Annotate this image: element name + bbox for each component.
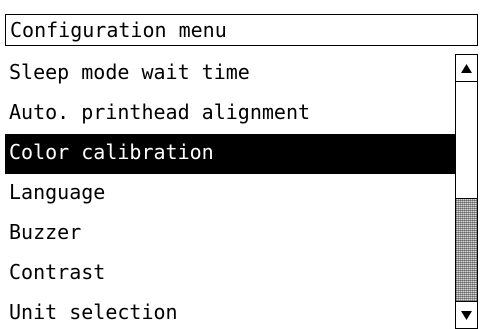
menu-item-unit-selection[interactable]: Unit selection (5, 294, 455, 329)
up-arrow-icon (461, 64, 472, 73)
menu-item-label: Contrast (9, 260, 106, 284)
menu-item-label: Color calibration (9, 140, 214, 164)
menu-item-language[interactable]: Language (5, 174, 455, 214)
menu-item-label: Auto. printhead alignment (9, 100, 311, 124)
menu-item-label: Unit selection (9, 300, 178, 324)
scrollbar[interactable] (455, 54, 478, 329)
menu-item-label: Buzzer (9, 220, 82, 244)
configuration-menu-list: Sleep mode wait time Auto. printhead ali… (5, 54, 455, 329)
scroll-track[interactable] (456, 82, 477, 301)
page-title: Configuration menu (10, 18, 227, 42)
menu-item-color-calibration[interactable]: Color calibration (5, 134, 455, 174)
menu-item-label: Sleep mode wait time (9, 60, 250, 84)
menu-item-buzzer[interactable]: Buzzer (5, 214, 455, 254)
title-bar: Configuration menu (5, 14, 478, 46)
menu-item-label: Language (9, 180, 106, 204)
configuration-screen: Configuration menu Sleep mode wait time … (0, 0, 483, 329)
menu-item-auto-printhead-alignment[interactable]: Auto. printhead alignment (5, 94, 455, 134)
scroll-down-button[interactable] (456, 301, 477, 329)
scroll-up-button[interactable] (456, 54, 477, 82)
menu-item-contrast[interactable]: Contrast (5, 254, 455, 294)
scroll-thumb[interactable] (456, 198, 477, 301)
menu-item-sleep-mode-wait-time[interactable]: Sleep mode wait time (5, 54, 455, 94)
down-arrow-icon (461, 311, 472, 320)
